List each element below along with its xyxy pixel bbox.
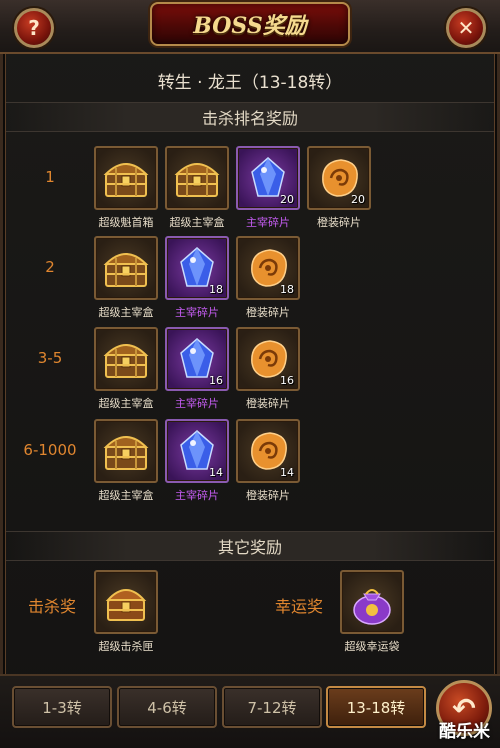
tab-7-12[interactable]: 7-12转 — [222, 686, 322, 728]
item-quantity: 20 — [351, 193, 365, 206]
item-name: 超级主宰盒 — [98, 306, 154, 319]
reward-item[interactable]: 超级主宰盒 — [94, 236, 158, 320]
gold-chest-icon — [165, 146, 229, 210]
close-icon: ✕ — [457, 16, 475, 40]
reward-item[interactable]: 18 主宰碎片 — [165, 236, 229, 320]
window-header: ? BOSS奖励 ✕ — [0, 0, 500, 54]
rank-row: 2 超级主宰盒 18 主宰碎片 18 橙装碎片 — [0, 236, 500, 326]
rank-row: 6-1000 超级主宰盒 14 主宰碎片 14 橙装碎片 — [0, 419, 500, 509]
lucky-reward-item[interactable]: 超级幸运袋 — [340, 570, 404, 654]
item-quantity: 16 — [209, 374, 223, 387]
watermark: 酷乐米 — [439, 722, 490, 742]
rank-row: 3-5 超级主宰盒 16 主宰碎片 16 橙装碎片 — [0, 327, 500, 417]
rank-label: 6-1000 — [23, 441, 77, 459]
item-name: 橙装碎片 — [246, 306, 290, 319]
treasure-chest-icon — [94, 570, 158, 634]
close-button[interactable]: ✕ — [446, 8, 486, 48]
item-quantity: 14 — [280, 466, 294, 479]
tab-4-6[interactable]: 4-6转 — [117, 686, 217, 728]
item-name: 主宰碎片 — [175, 397, 219, 410]
tab-label: 7-12转 — [247, 698, 297, 717]
gold-chest-icon — [94, 146, 158, 210]
title-plate: BOSS奖励 — [150, 2, 350, 46]
other-section-title: 其它奖励 — [217, 538, 282, 557]
gold-chest-icon — [94, 327, 158, 391]
reward-item[interactable]: 超级主宰盒 — [94, 419, 158, 503]
gold-chest-icon — [94, 236, 158, 300]
item-name: 超级主宰盒 — [169, 216, 225, 229]
reward-item[interactable]: 20 橙装碎片 — [307, 146, 371, 230]
orange-shard-icon: 20 — [307, 146, 371, 210]
orange-shard-icon: 14 — [236, 419, 300, 483]
lucky-reward-name: 超级幸运袋 — [344, 640, 400, 653]
reward-item[interactable]: 16 橙装碎片 — [236, 327, 300, 411]
blue-crystal-icon: 18 — [165, 236, 229, 300]
reward-item[interactable]: 超级魁首箱 — [94, 146, 158, 230]
item-quantity: 20 — [280, 193, 294, 206]
reward-item[interactable]: 超级主宰盒 — [94, 327, 158, 411]
item-name: 超级主宰盒 — [98, 397, 154, 410]
rank-label: 2 — [45, 258, 55, 276]
item-name: 超级魁首箱 — [98, 216, 154, 229]
item-name: 橙装碎片 — [246, 397, 290, 410]
item-quantity: 18 — [209, 283, 223, 296]
item-quantity: 16 — [280, 374, 294, 387]
tab-bar: 1-3转 4-6转 7-12转 13-18转 ↶ — [0, 674, 500, 748]
reward-item[interactable]: 16 主宰碎片 — [165, 327, 229, 411]
blue-crystal-icon: 14 — [165, 419, 229, 483]
rank-row: 1 超级魁首箱 超级主宰盒 20 主宰碎片 20 橙装碎片 — [0, 146, 500, 236]
item-name: 主宰碎片 — [246, 216, 290, 229]
kill-reward-label: 击杀奖 — [28, 597, 77, 616]
ranking-section-title: 击杀排名奖励 — [201, 109, 298, 128]
orange-shard-icon: 18 — [236, 236, 300, 300]
blue-crystal-icon: 20 — [236, 146, 300, 210]
gold-chest-icon — [94, 419, 158, 483]
item-name: 橙装碎片 — [246, 489, 290, 502]
item-quantity: 14 — [209, 466, 223, 479]
kill-reward-item[interactable]: 超级击杀匣 — [94, 570, 158, 654]
rank-label: 1 — [45, 168, 55, 186]
lucky-bag-icon — [340, 570, 404, 634]
help-icon: ? — [28, 16, 40, 40]
rank-label: 3-5 — [37, 349, 63, 367]
tab-1-3[interactable]: 1-3转 — [12, 686, 112, 728]
item-name: 超级主宰盒 — [98, 489, 154, 502]
tab-label: 13-18转 — [346, 698, 406, 717]
reward-item[interactable]: 14 橙装碎片 — [236, 419, 300, 503]
item-name: 主宰碎片 — [175, 489, 219, 502]
orange-shard-icon: 16 — [236, 327, 300, 391]
reward-item[interactable]: 20 主宰碎片 — [236, 146, 300, 230]
reward-item[interactable]: 14 主宰碎片 — [165, 419, 229, 503]
tab-13-18[interactable]: 13-18转 — [326, 686, 426, 728]
reward-item[interactable]: 超级主宰盒 — [165, 146, 229, 230]
item-quantity: 18 — [280, 283, 294, 296]
reward-item[interactable]: 18 橙装碎片 — [236, 236, 300, 320]
ranking-section-header: 击杀排名奖励 — [6, 102, 494, 132]
boss-name: 转生 · 龙王（13-18转） — [157, 73, 343, 93]
item-name: 主宰碎片 — [175, 306, 219, 319]
item-name: 橙装碎片 — [317, 216, 361, 229]
lucky-reward-label: 幸运奖 — [275, 597, 324, 616]
blue-crystal-icon: 16 — [165, 327, 229, 391]
help-button[interactable]: ? — [14, 8, 54, 48]
tab-label: 4-6转 — [147, 698, 187, 717]
kill-reward-name: 超级击杀匣 — [98, 640, 154, 653]
other-section-header: 其它奖励 — [6, 531, 494, 561]
tab-label: 1-3转 — [42, 698, 82, 717]
window-title: BOSS奖励 — [193, 13, 307, 39]
